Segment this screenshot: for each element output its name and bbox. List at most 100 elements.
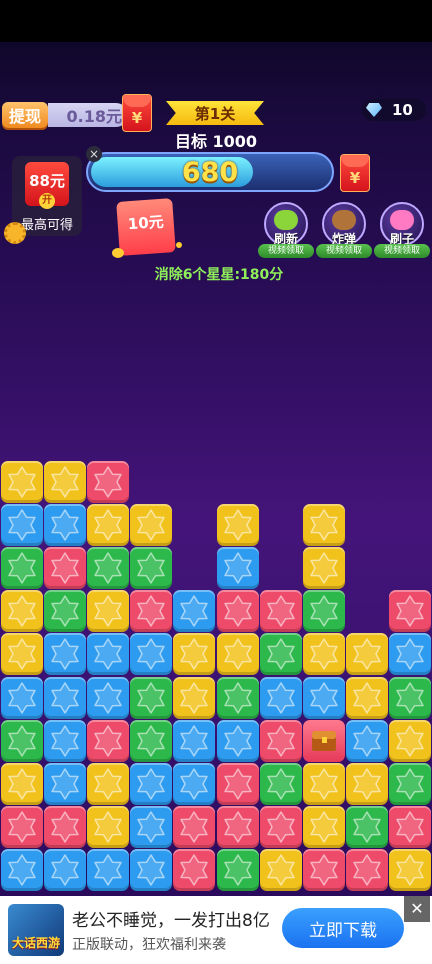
star-cell-green[interactable] <box>303 590 345 633</box>
star-cell-yellow[interactable] <box>303 503 345 546</box>
star-cell-blue[interactable] <box>87 849 129 892</box>
progress-reward-envelope-icon[interactable]: ¥ <box>340 154 370 192</box>
star-cell-green[interactable] <box>87 547 129 589</box>
gem-counter[interactable]: 10 <box>362 99 426 121</box>
ad-app-logo[interactable]: 大话西游 <box>8 904 64 956</box>
star-cell-blue[interactable] <box>389 633 432 676</box>
powerup-bomb[interactable]: 炸弹 <box>322 202 366 246</box>
star-cell-pink[interactable] <box>389 806 432 849</box>
star-cell-blue[interactable] <box>87 676 129 719</box>
ad-close-icon[interactable]: ✕ <box>404 896 430 922</box>
star-cell-pink[interactable] <box>389 590 432 633</box>
star-cell-pink[interactable] <box>259 806 302 849</box>
star-cell-blue[interactable] <box>130 849 173 892</box>
watch-video-tag[interactable]: 视频领取 <box>374 244 430 258</box>
star-cell-yellow[interactable] <box>303 547 345 589</box>
star-cell-yellow[interactable] <box>0 763 43 805</box>
star-cell-green[interactable] <box>216 676 259 719</box>
star-cell-blue[interactable] <box>43 676 86 719</box>
star-cell-blue[interactable] <box>173 719 216 762</box>
star-cell-blue[interactable] <box>0 676 43 719</box>
star-cell-pink[interactable] <box>87 719 129 762</box>
star-cell-pink[interactable] <box>130 590 173 633</box>
star-cell-blue[interactable] <box>43 763 86 805</box>
star-cell-blue[interactable] <box>87 633 129 676</box>
star-cell-yellow[interactable] <box>173 676 216 719</box>
star-cell-yellow[interactable] <box>0 590 43 633</box>
star-cell-blue[interactable] <box>216 547 259 589</box>
star-cell-blue[interactable] <box>43 849 86 892</box>
star-cell-green[interactable] <box>43 590 86 633</box>
star-cell-green[interactable] <box>389 676 432 719</box>
star-cell-yellow[interactable] <box>87 503 129 546</box>
watch-video-tag[interactable]: 视频领取 <box>258 244 314 258</box>
star-cell-pink[interactable] <box>43 547 86 589</box>
cashout-button[interactable]: 提现 <box>2 102 48 128</box>
star-cell-yellow[interactable] <box>216 503 259 546</box>
star-cell-pink[interactable] <box>216 806 259 849</box>
star-cell-green[interactable] <box>216 849 259 892</box>
star-cell-pink[interactable] <box>173 849 216 892</box>
ad-download-button[interactable]: 立即下载 <box>282 908 404 948</box>
star-cell-green[interactable] <box>259 763 302 805</box>
star-cell-pink[interactable] <box>173 806 216 849</box>
star-cell-yellow[interactable] <box>130 503 173 546</box>
cell-treasure-chest[interactable] <box>303 719 345 762</box>
star-cell-yellow[interactable] <box>346 633 389 676</box>
star-cell-pink[interactable] <box>87 460 129 503</box>
close-icon[interactable]: × <box>86 146 102 162</box>
star-cell-blue[interactable] <box>173 590 216 633</box>
powerup-refresh[interactable]: 刷新 <box>264 202 308 246</box>
settings-gear-icon[interactable] <box>4 222 26 244</box>
star-cell-blue[interactable] <box>43 633 86 676</box>
star-cell-blue[interactable] <box>130 806 173 849</box>
star-cell-pink[interactable] <box>0 806 43 849</box>
star-cell-yellow[interactable] <box>87 806 129 849</box>
watch-video-tag[interactable]: 视频领取 <box>316 244 372 258</box>
star-cell-green[interactable] <box>346 806 389 849</box>
star-cell-blue[interactable] <box>0 849 43 892</box>
star-cell-blue[interactable] <box>173 763 216 805</box>
star-cell-blue[interactable] <box>216 719 259 762</box>
star-cell-yellow[interactable] <box>259 849 302 892</box>
star-cell-blue[interactable] <box>259 676 302 719</box>
star-cell-yellow[interactable] <box>87 763 129 805</box>
star-cell-blue[interactable] <box>130 763 173 805</box>
star-cell-pink[interactable] <box>216 590 259 633</box>
star-cell-blue[interactable] <box>346 719 389 762</box>
star-cell-pink[interactable] <box>303 849 345 892</box>
star-cell-blue[interactable] <box>303 676 345 719</box>
star-cell-yellow[interactable] <box>303 806 345 849</box>
star-cell-green[interactable] <box>0 719 43 762</box>
star-cell-green[interactable] <box>130 719 173 762</box>
star-cell-yellow[interactable] <box>346 763 389 805</box>
star-cell-pink[interactable] <box>259 590 302 633</box>
ad-banner[interactable]: 大话西游 老公不睡觉，一发打出8亿 正版联动，狂欢福利来袭 立即下载 ✕ <box>0 896 432 964</box>
star-cell-blue[interactable] <box>43 503 86 546</box>
star-cell-green[interactable] <box>130 676 173 719</box>
star-cell-pink[interactable] <box>43 806 86 849</box>
red-envelope-icon[interactable]: ¥ <box>122 94 152 132</box>
star-cell-green[interactable] <box>0 547 43 589</box>
star-cell-yellow[interactable] <box>346 676 389 719</box>
star-cell-green[interactable] <box>130 547 173 589</box>
star-cell-blue[interactable] <box>0 503 43 546</box>
star-cell-blue[interactable] <box>130 633 173 676</box>
star-cell-pink[interactable] <box>216 763 259 805</box>
star-cell-pink[interactable] <box>259 719 302 762</box>
star-cell-yellow[interactable] <box>87 590 129 633</box>
star-cell-yellow[interactable] <box>389 849 432 892</box>
star-cell-yellow[interactable] <box>216 633 259 676</box>
star-cell-yellow[interactable] <box>43 460 86 503</box>
star-cell-yellow[interactable] <box>389 719 432 762</box>
star-cell-yellow[interactable] <box>173 633 216 676</box>
star-cell-yellow[interactable] <box>0 633 43 676</box>
star-cell-yellow[interactable] <box>303 633 345 676</box>
star-cell-green[interactable] <box>259 633 302 676</box>
star-cell-yellow[interactable] <box>0 460 43 503</box>
star-cell-blue[interactable] <box>43 719 86 762</box>
red-packet-10[interactable]: 10元 <box>116 198 176 256</box>
star-cell-yellow[interactable] <box>303 763 345 805</box>
star-cell-pink[interactable] <box>346 849 389 892</box>
powerup-brush[interactable]: 刷子 <box>380 202 424 246</box>
